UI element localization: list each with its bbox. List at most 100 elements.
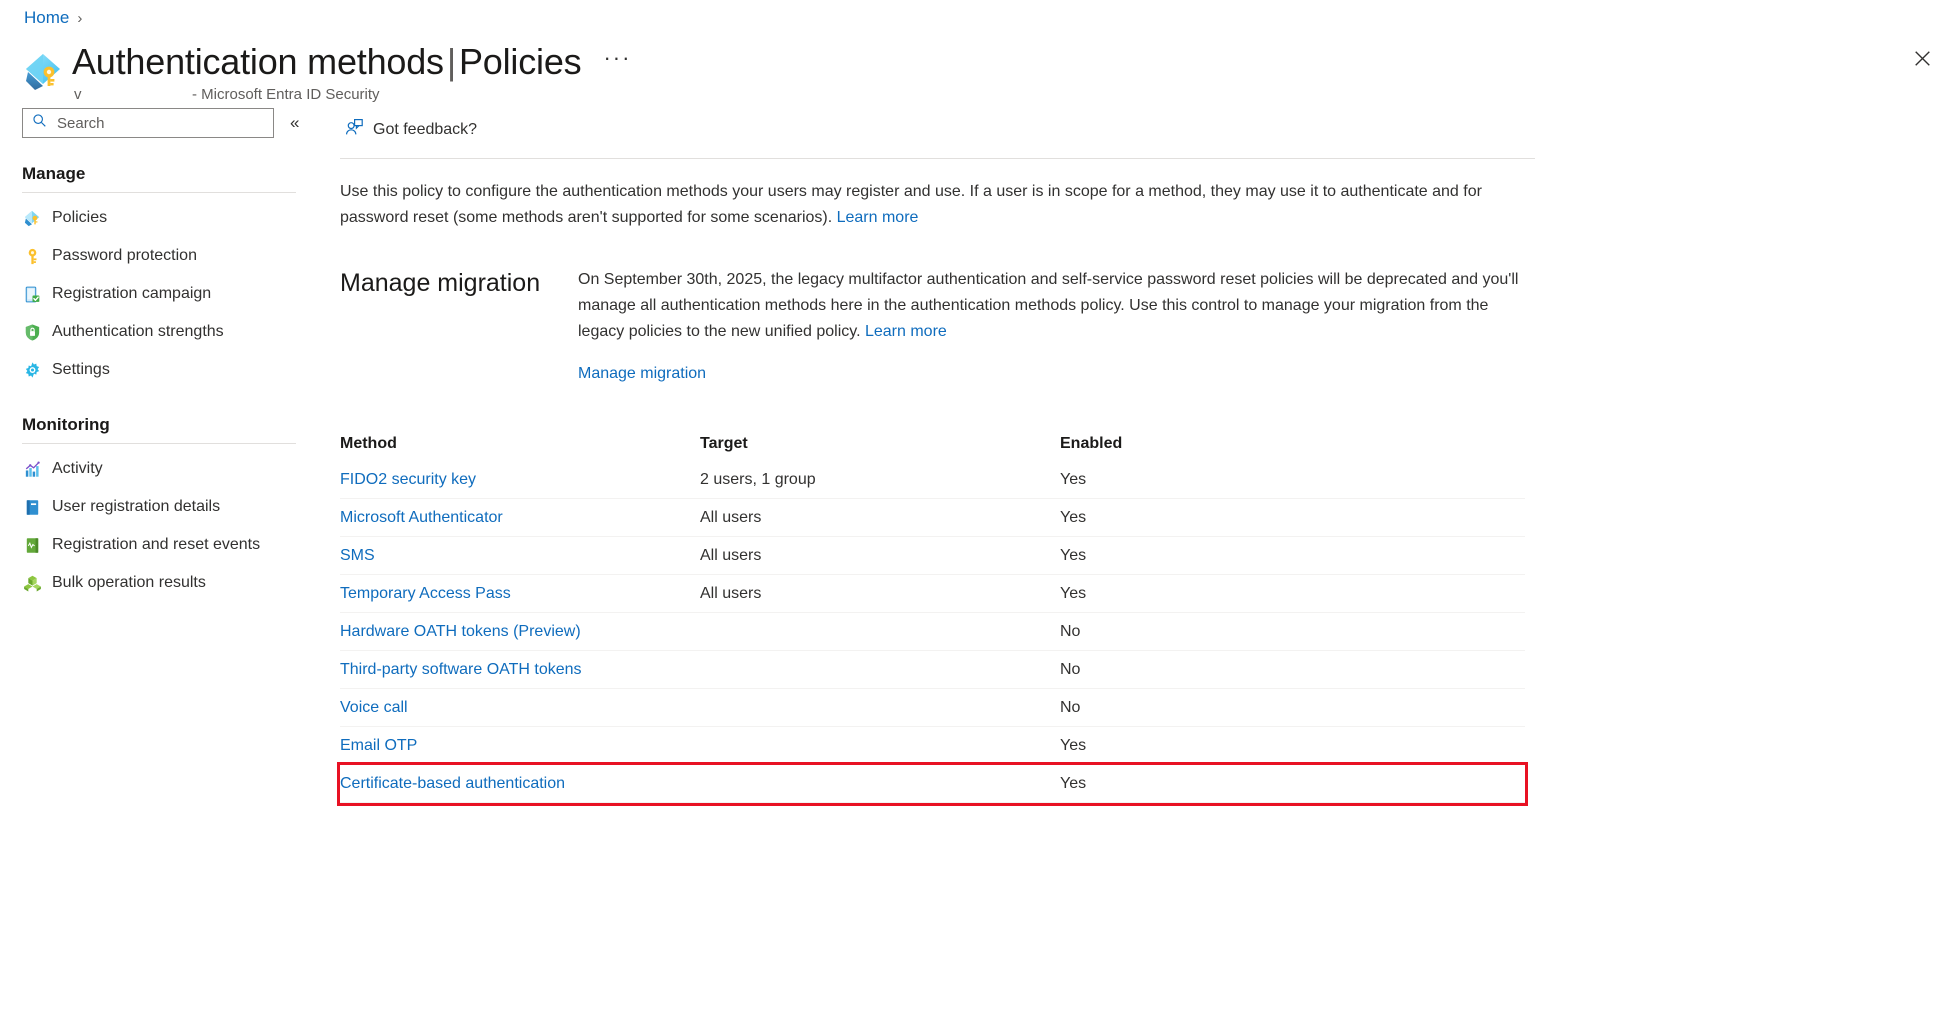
manage-migration-text-wrap: On September 30th, 2025, the legacy mult… — [578, 267, 1533, 345]
manage-migration-link[interactable]: Manage migration — [578, 365, 706, 382]
intro-learn-more-link[interactable]: Learn more — [837, 209, 919, 226]
policies-icon — [22, 208, 42, 228]
sidebar-item-label: Authentication strengths — [52, 323, 224, 340]
search-input[interactable] — [55, 113, 250, 133]
collapse-rail-button[interactable]: « — [290, 113, 299, 133]
method-link[interactable]: Microsoft Authenticator — [340, 509, 503, 526]
activity-chart-icon — [22, 459, 42, 479]
sidebar-item-label: Password protection — [52, 247, 197, 264]
method-enabled: Yes — [1060, 774, 1087, 792]
search-box[interactable] — [22, 108, 274, 138]
sidebar-item-label: Policies — [52, 209, 108, 226]
sidebar-item-label: Bulk operation results — [52, 574, 206, 591]
search-row: « — [0, 108, 318, 138]
authentication-methods-icon — [22, 50, 66, 94]
sidebar-item-registration-and-reset-events[interactable]: Registration and reset events — [0, 526, 318, 564]
method-target: All users — [700, 546, 762, 564]
blade-left-rail: « Manage — [0, 108, 318, 1008]
page-title-sub: Policies — [459, 41, 582, 82]
sidebar-item-settings[interactable]: Settings — [0, 351, 318, 389]
manage-migration-action-wrap: Manage migration — [578, 365, 1533, 383]
method-link[interactable]: Email OTP — [340, 737, 417, 754]
table-row[interactable]: Email OTP Yes — [340, 727, 1525, 765]
events-book-icon — [22, 535, 42, 555]
method-target: All users — [700, 508, 762, 526]
method-enabled: No — [1060, 660, 1081, 678]
sidebar-group-label-manage: Manage — [22, 164, 86, 183]
table-row[interactable]: Voice call No — [340, 689, 1525, 727]
got-feedback-label: Got feedback? — [373, 121, 478, 138]
method-link[interactable]: FIDO2 security key — [340, 471, 476, 488]
key-icon — [22, 246, 42, 266]
sidebar-group-manage: Manage Policies Password protection Regi… — [0, 164, 318, 389]
page-title: Authentication methods|Policies — [72, 40, 582, 84]
close-blade-button[interactable] — [1904, 40, 1940, 76]
page-title-separator: | — [446, 41, 456, 82]
page-title-main: Authentication methods — [72, 41, 444, 82]
sidebar-item-policies[interactable]: Policies — [0, 199, 318, 237]
sidebar-group-monitoring: Monitoring Activity User registration de… — [0, 415, 318, 602]
bulk-operations-icon — [22, 573, 42, 593]
manage-migration-section: Manage migration On September 30th, 2025… — [340, 267, 1940, 383]
feedback-person-icon — [344, 118, 364, 143]
table-row[interactable]: SMS All users Yes — [340, 537, 1525, 575]
registration-campaign-icon — [22, 284, 42, 304]
breadcrumb: Home › — [24, 8, 82, 28]
column-header-target: Target — [700, 434, 748, 452]
table-row[interactable]: FIDO2 security key 2 users, 1 group Yes — [340, 461, 1525, 499]
breadcrumb-item-home[interactable]: Home — [24, 8, 69, 28]
user-registration-book-icon — [22, 497, 42, 517]
sidebar-item-label: Activity — [52, 460, 103, 477]
sidebar-item-label: Settings — [52, 361, 110, 378]
manage-migration-text: On September 30th, 2025, the legacy mult… — [578, 271, 1519, 340]
method-enabled: No — [1060, 698, 1081, 716]
table-row-highlighted[interactable]: Certificate-based authentication Yes — [337, 762, 1528, 806]
sidebar-item-activity[interactable]: Activity — [0, 450, 318, 488]
table-row[interactable]: Hardware OATH tokens (Preview) No — [340, 613, 1525, 651]
manage-migration-title: Manage migration — [340, 269, 541, 297]
more-options-button[interactable]: ··· — [597, 46, 637, 78]
command-bar-divider — [340, 158, 1535, 159]
table-row[interactable]: Microsoft Authenticator All users Yes — [340, 499, 1525, 537]
sidebar-item-registration-campaign[interactable]: Registration campaign — [0, 275, 318, 313]
gear-icon — [22, 360, 42, 380]
method-link[interactable]: Temporary Access Pass — [340, 585, 511, 602]
table-row[interactable]: Temporary Access Pass All users Yes — [340, 575, 1525, 613]
sidebar-item-user-registration-details[interactable]: User registration details — [0, 488, 318, 526]
method-enabled: Yes — [1060, 546, 1087, 564]
method-link[interactable]: Third-party software OATH tokens — [340, 661, 582, 678]
method-enabled: Yes — [1060, 470, 1087, 488]
method-link[interactable]: Hardware OATH tokens (Preview) — [340, 623, 581, 640]
table-row[interactable]: Third-party software OATH tokens No — [340, 651, 1525, 689]
method-enabled: Yes — [1060, 584, 1087, 602]
search-icon — [32, 113, 47, 133]
sidebar-item-bulk-operation-results[interactable]: Bulk operation results — [0, 564, 318, 602]
method-link[interactable]: Certificate-based authentication — [340, 775, 565, 792]
sidebar-item-label: Registration and reset events — [52, 536, 261, 553]
method-target: 2 users, 1 group — [700, 470, 816, 488]
breadcrumb-chevron-icon: › — [77, 9, 83, 27]
page-subtitle-suffix: - Microsoft Entra ID Security — [192, 86, 380, 103]
sidebar-item-password-protection[interactable]: Password protection — [0, 237, 318, 275]
methods-table: Method Target Enabled FIDO2 security key… — [337, 427, 1528, 806]
got-feedback-button[interactable]: Got feedback? — [340, 114, 481, 147]
column-header-method: Method — [340, 434, 397, 452]
table-header-row: Method Target Enabled — [340, 427, 1525, 461]
method-link[interactable]: Voice call — [340, 699, 408, 716]
tenant-name: v — [74, 86, 82, 103]
blade-root: Home › Authentication methods|Policies ·… — [0, 0, 1960, 1015]
page-subtitle: v - Microsoft Entra ID Security — [74, 86, 637, 103]
shield-lock-icon — [22, 322, 42, 342]
sidebar-divider — [22, 192, 296, 193]
method-enabled: No — [1060, 622, 1081, 640]
method-link[interactable]: SMS — [340, 547, 375, 564]
command-bar: Got feedback? — [340, 108, 1940, 152]
page-header: Authentication methods|Policies ··· v - … — [22, 40, 637, 103]
manage-migration-body: On September 30th, 2025, the legacy mult… — [578, 267, 1533, 383]
sidebar-item-authentication-strengths[interactable]: Authentication strengths — [0, 313, 318, 351]
sidebar-item-label: User registration details — [52, 498, 221, 515]
method-enabled: Yes — [1060, 736, 1087, 754]
column-header-enabled: Enabled — [1060, 434, 1123, 452]
migration-learn-more-link[interactable]: Learn more — [865, 323, 947, 340]
sidebar-group-label-monitoring: Monitoring — [22, 415, 110, 434]
